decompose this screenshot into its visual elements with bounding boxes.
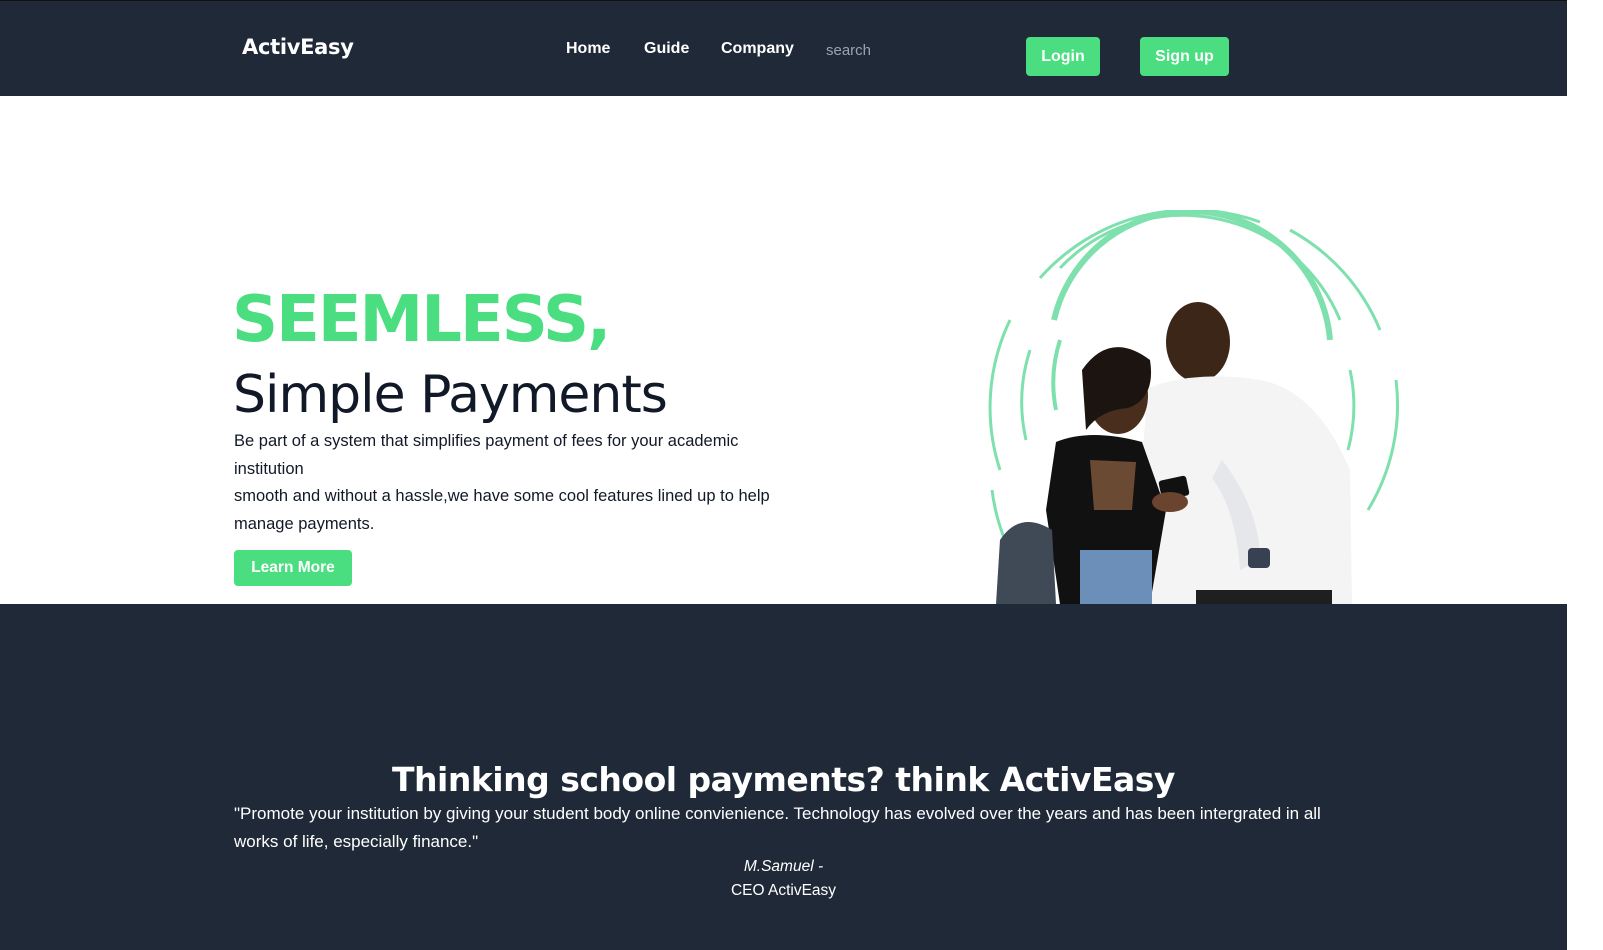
search-input[interactable] bbox=[826, 39, 956, 61]
nav-link-home[interactable]: Home bbox=[566, 40, 610, 58]
hero-headline-accent: SEEMLESS, bbox=[232, 283, 611, 357]
hero-description-line-1: Be part of a system that simplifies paym… bbox=[234, 432, 739, 478]
hero-description: Be part of a system that simplifies paym… bbox=[234, 428, 794, 538]
nav-link-company[interactable]: Company bbox=[721, 40, 794, 58]
testimonial-title: Thinking school payments? think ActivEas… bbox=[392, 760, 1175, 799]
hero-headline-main: Simple Payments bbox=[233, 365, 668, 425]
nav-link-guide[interactable]: Guide bbox=[644, 40, 689, 58]
login-button[interactable]: Login bbox=[1026, 37, 1100, 76]
signup-button[interactable]: Sign up bbox=[1140, 37, 1229, 76]
hero-description-line-2: smooth and without a hassle,we have some… bbox=[234, 487, 770, 533]
learn-more-button[interactable]: Learn More bbox=[234, 550, 352, 586]
testimonial-section: Thinking school payments? think ActivEas… bbox=[0, 604, 1567, 950]
brand-logo[interactable]: ActivEasy bbox=[242, 35, 354, 59]
testimonial-role: CEO ActivEasy bbox=[730, 882, 837, 899]
hero-image bbox=[960, 210, 1420, 604]
people-with-phone-illustration bbox=[988, 210, 1400, 604]
top-navbar: ActivEasy Home Guide Company Login Sign … bbox=[0, 0, 1567, 96]
testimonial-author: M.Samuel - bbox=[743, 858, 824, 875]
testimonial-quote: "Promote your institution by giving your… bbox=[234, 804, 1321, 851]
